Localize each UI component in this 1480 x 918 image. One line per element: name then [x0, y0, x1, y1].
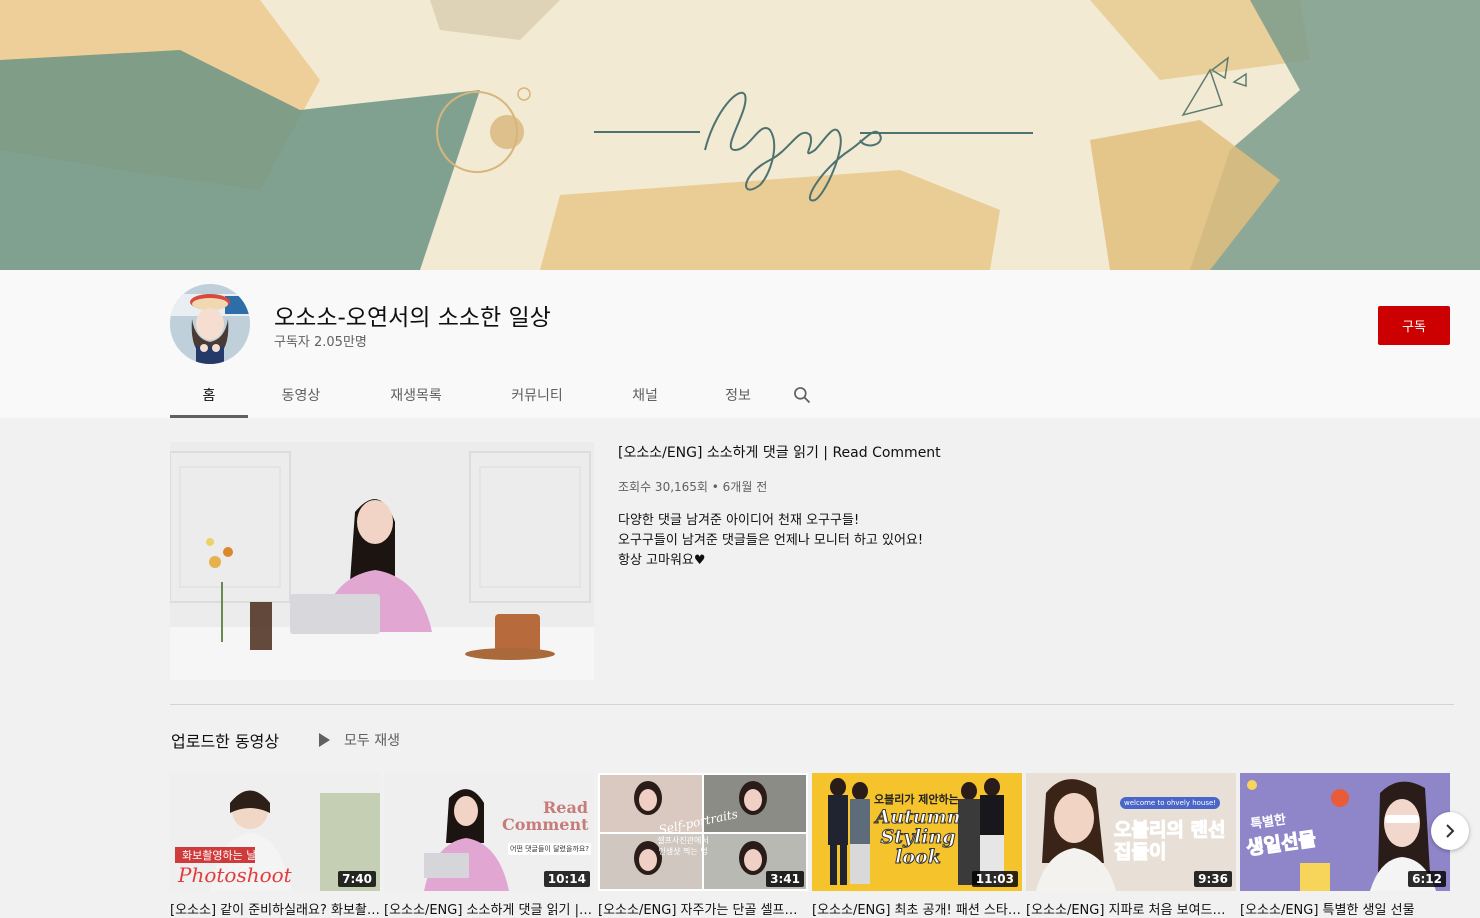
video-card[interactable]: 화보촬영하는 날 Photoshoot 7:40 [오소소] 같이 준비하실래요… — [170, 773, 380, 918]
video-title[interactable]: [오소소/ENG] 소소하게 댓글 읽기 | Read Comment — [384, 899, 594, 918]
featured-video-thumbnail[interactable] — [170, 442, 594, 680]
play-icon — [319, 733, 330, 747]
video-thumbnail[interactable]: welcome to ohvely house! 오블리의 랜선집들이 9:36 — [1026, 773, 1236, 891]
description-line: 항상 고마워요♥ — [618, 553, 706, 568]
video-thumbnail[interactable]: 특별한 생일선물 6:12 — [1240, 773, 1450, 891]
video-card[interactable]: Read Comment 어떤 댓글들이 달렸을까요? 10:14 [오소소/E… — [384, 773, 594, 918]
video-thumbnail[interactable]: 오블리가 제안하는 Autumn Styling look 11:03 — [812, 773, 1022, 891]
featured-video-meta: 조회수 30,165회 • 6개월 전 — [618, 480, 768, 494]
search-icon — [794, 387, 811, 404]
tab-home[interactable]: 홈 — [170, 372, 248, 418]
video-card[interactable]: Self-portraits 셀프사진관에서 인생샷 찍는 법 3:41 [오소… — [598, 773, 808, 918]
channel-tabs: 홈 동영상 재생목록 커뮤니티 채널 정보 — [170, 372, 822, 418]
thumb-text: 오블리의 랜선집들이 — [1114, 819, 1227, 864]
video-duration: 3:41 — [766, 871, 804, 887]
thumb-caption: 셀프사진관에서 인생샷 찍는 법 — [657, 836, 709, 856]
description-line: 다양한 댓글 남겨준 아이디어 천재 오구구들! — [618, 513, 860, 528]
video-thumbnail[interactable]: 화보촬영하는 날 Photoshoot 7:40 — [170, 773, 380, 891]
featured-video-title[interactable]: [오소소/ENG] 소소하게 댓글 읽기 | Read Comment — [618, 442, 941, 462]
tab-about[interactable]: 정보 — [694, 372, 782, 418]
thumb-caption: 어떤 댓글들이 달렸을까요? — [508, 843, 592, 855]
channel-name: 오소소-오연서의 소소한 일상 — [274, 305, 551, 331]
video-card[interactable]: 오블리가 제안하는 Autumn Styling look 11:03 [오소소… — [812, 773, 1022, 918]
tab-playlists[interactable]: 재생목록 — [354, 372, 478, 418]
thumb-text: Read Comment — [502, 798, 589, 834]
thumb-text: Autumn Styling look — [875, 806, 961, 868]
subscriber-count: 구독자 2.05만명 — [274, 335, 367, 350]
chevron-right-icon — [1446, 824, 1455, 838]
channel-search-button[interactable] — [782, 372, 822, 418]
video-thumbnail[interactable]: Self-portraits 셀프사진관에서 인생샷 찍는 법 3:41 — [598, 773, 808, 891]
video-duration: 10:14 — [543, 871, 590, 887]
channel-header: 오소소-오연서의 소소한 일상 구독자 2.05만명 구독 홈 동영상 재생목록… — [0, 270, 1480, 418]
uploads-section-title[interactable]: 업로드한 동영상 — [171, 728, 279, 752]
channel-banner — [0, 0, 1480, 270]
video-title[interactable]: [오소소/ENG] 특별한 생일 선물 — [1240, 899, 1450, 918]
uploads-shelf: 화보촬영하는 날 Photoshoot 7:40 [오소소] 같이 준비하실래요… — [170, 773, 1450, 918]
subscribe-button[interactable]: 구독 — [1378, 306, 1450, 345]
thumb-caption: 오블리가 제안하는 — [874, 793, 959, 806]
section-divider — [170, 704, 1454, 705]
video-duration: 6:12 — [1408, 871, 1446, 887]
video-duration: 11:03 — [971, 871, 1018, 887]
video-title[interactable]: [오소소] 같이 준비하실래요? 화보촬영하는 날 — [170, 899, 380, 918]
thumb-text: Photoshoot — [178, 863, 292, 887]
play-all-label: 모두 재생 — [344, 733, 400, 749]
thumb-caption: welcome to ohvely house! — [1120, 797, 1221, 809]
tab-channels[interactable]: 채널 — [596, 372, 694, 418]
video-title[interactable]: [오소소/ENG] 자주가는 단골 셀프사진관 — [598, 899, 808, 918]
tab-community[interactable]: 커뮤니티 — [478, 372, 596, 418]
video-title[interactable]: [오소소/ENG] 지파로 처음 보여드리는 집 — [1026, 899, 1236, 918]
video-card[interactable]: welcome to ohvely house! 오블리의 랜선집들이 9:36… — [1026, 773, 1236, 918]
thumb-caption: 화보촬영하는 날 — [182, 849, 257, 862]
description-line: 오구구들이 남겨준 댓글들은 언제나 모니터 하고 있어요! — [618, 533, 924, 548]
video-card[interactable]: 특별한 생일선물 6:12 [오소소/ENG] 특별한 생일 선물 — [1240, 773, 1450, 918]
play-all-button[interactable]: 모두 재생 — [316, 729, 400, 751]
featured-video-description: 다양한 댓글 남겨준 아이디어 천재 오구구들! 오구구들이 남겨준 댓글들은 … — [618, 511, 923, 571]
shelf-next-button[interactable] — [1431, 812, 1469, 850]
tab-videos[interactable]: 동영상 — [248, 372, 354, 418]
banner-artwork — [0, 0, 1480, 270]
video-duration: 9:36 — [1194, 871, 1232, 887]
channel-avatar[interactable] — [170, 284, 250, 364]
video-duration: 7:40 — [338, 871, 376, 887]
video-title[interactable]: [오소소/ENG] 최초 공개! 패션 스타일링 — [812, 899, 1022, 918]
video-thumbnail[interactable]: Read Comment 어떤 댓글들이 달렸을까요? 10:14 — [384, 773, 594, 891]
